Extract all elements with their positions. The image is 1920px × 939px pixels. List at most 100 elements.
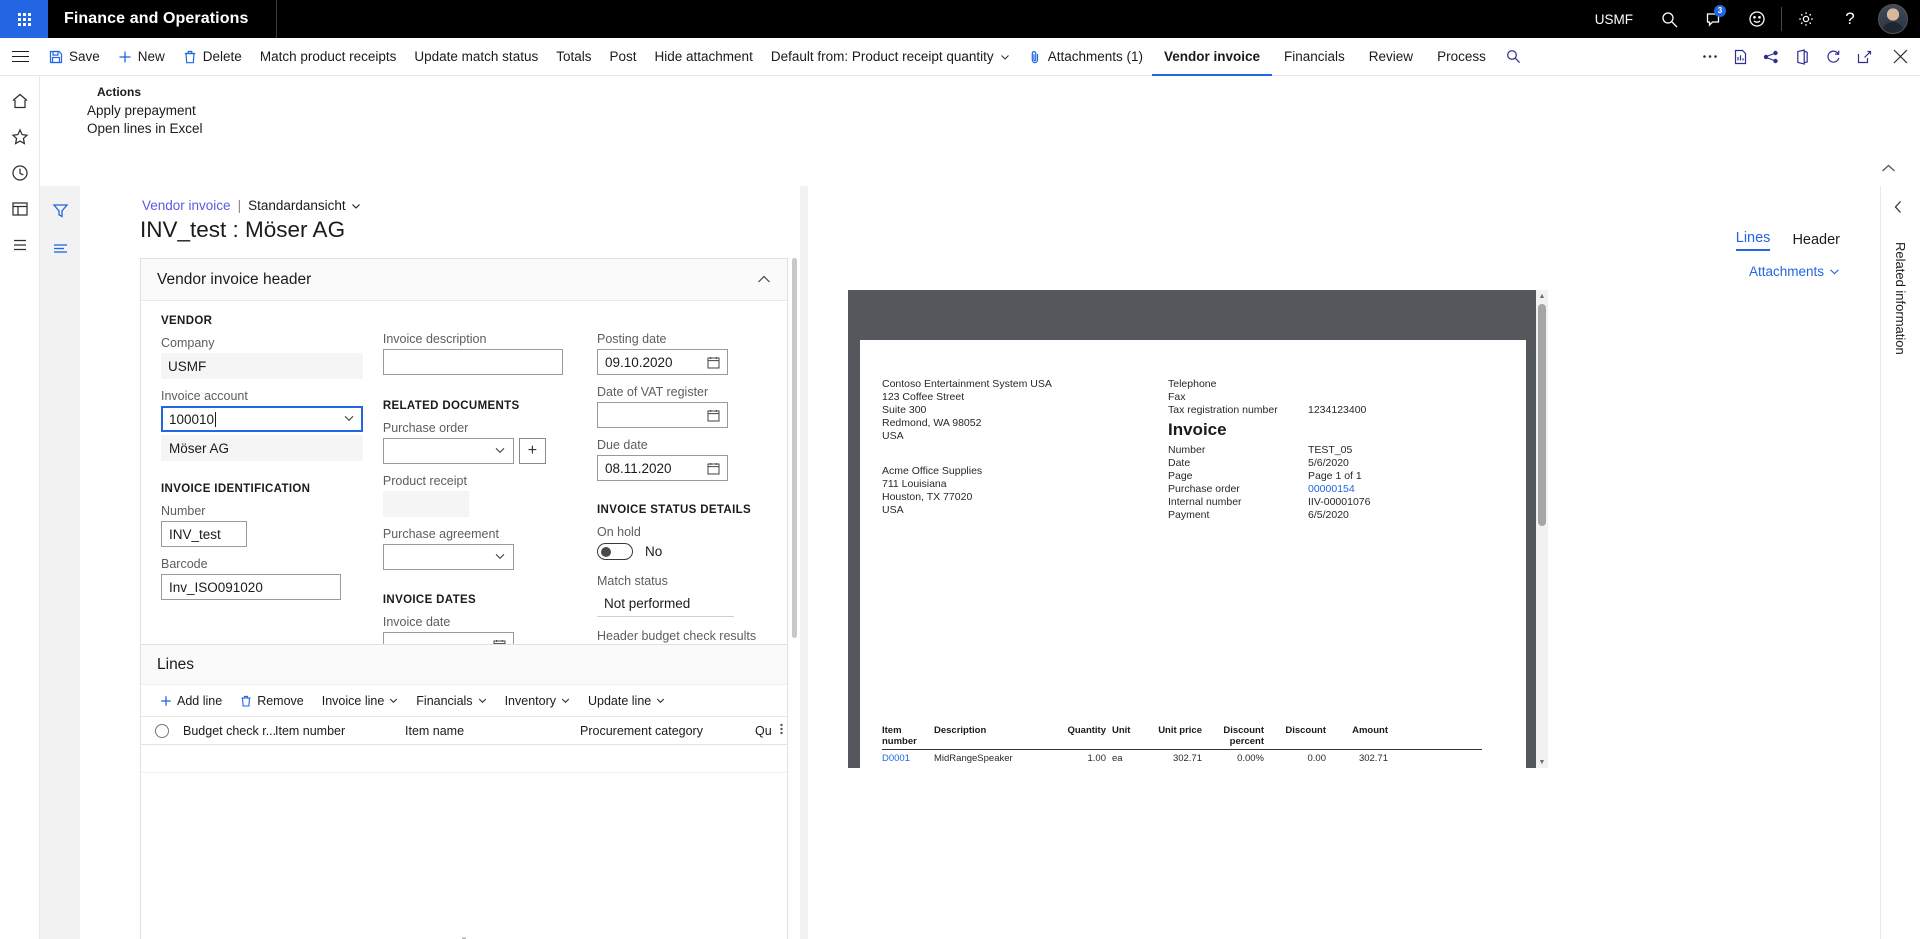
scroll-up-icon[interactable]: ▲ [1538, 291, 1546, 301]
date-of-vat-register-input[interactable] [597, 402, 728, 428]
refresh-icon[interactable] [1818, 38, 1849, 76]
notifications-icon[interactable]: 3 [1691, 0, 1735, 38]
add-line-button[interactable]: Add line [151, 686, 231, 716]
invoice-description-input[interactable] [382, 349, 563, 375]
save-button[interactable]: Save [40, 38, 109, 76]
column-header-procurement-category[interactable]: Procurement category [580, 724, 755, 738]
match-product-receipts-button[interactable]: Match product receipts [251, 38, 406, 76]
tab-header[interactable]: Header [1792, 232, 1840, 251]
hide-attachment-button[interactable]: Hide attachment [646, 38, 762, 76]
remove-line-button[interactable]: Remove [231, 686, 313, 716]
invoice-row-item-number[interactable]: D0001 [882, 753, 934, 764]
menu-hamburger-icon[interactable] [0, 38, 40, 76]
invoice-col-unit: Unit [1112, 725, 1131, 736]
modules-list-icon[interactable] [0, 228, 40, 262]
invoice-line-menu[interactable]: Invoice line [313, 686, 408, 716]
on-hold-toggle[interactable] [597, 543, 633, 560]
feedback-icon[interactable] [1735, 0, 1779, 38]
popout-icon[interactable] [1849, 38, 1880, 76]
workspaces-icon[interactable] [0, 192, 40, 226]
tab-process[interactable]: Process [1425, 38, 1498, 76]
search-icon[interactable] [1647, 0, 1691, 38]
chevron-up-icon[interactable] [757, 271, 771, 289]
filter-search-icon[interactable] [1498, 38, 1529, 76]
tab-review[interactable]: Review [1357, 38, 1425, 76]
posting-date-label: Posting date [597, 332, 667, 346]
purchase-order-label: Purchase order [382, 421, 469, 435]
column-header-item-name[interactable]: Item name [405, 724, 580, 738]
tab-lines[interactable]: Lines [1735, 230, 1771, 251]
table-row[interactable] [141, 745, 787, 773]
update-match-status-button[interactable]: Update match status [405, 38, 547, 76]
view-selector[interactable]: Standardansicht [248, 198, 361, 213]
invoice-document-page: Contoso Entertainment System USA 123 Cof… [860, 340, 1526, 768]
share-icon[interactable] [1756, 38, 1787, 76]
tab-financials[interactable]: Financials [1272, 38, 1357, 76]
update-line-menu[interactable]: Update line [579, 686, 674, 716]
chevron-down-icon[interactable] [494, 444, 506, 459]
calendar-icon[interactable] [707, 462, 720, 475]
inventory-menu[interactable]: Inventory [496, 686, 579, 716]
column-related-documents: Invoice description RELATED DOCUMENTS Pu… [373, 315, 587, 682]
attachments-dropdown[interactable]: Attachments [1749, 264, 1840, 279]
recent-clock-icon[interactable] [0, 156, 40, 190]
default-from-label: Default from: Product receipt quantity [770, 49, 994, 64]
due-date-input[interactable]: 08.11.2020 [597, 455, 728, 481]
purchase-order-input[interactable] [382, 438, 514, 464]
favorites-star-icon[interactable] [0, 120, 40, 154]
breadcrumb-vendor-invoice-link[interactable]: Vendor invoice [142, 198, 231, 213]
paperclip-icon [1028, 50, 1042, 64]
calendar-icon[interactable] [707, 409, 720, 422]
field-product-receipt: Product receipt [382, 474, 577, 517]
scroll-down-icon[interactable]: ▼ [1538, 757, 1546, 767]
expand-related-information-icon[interactable] [1893, 200, 1904, 219]
add-purchase-order-button[interactable]: + [518, 438, 546, 464]
avatar[interactable] [1878, 4, 1908, 34]
summary-lines-icon[interactable] [44, 234, 76, 262]
collapse-action-pane-icon[interactable] [1881, 160, 1896, 178]
filter-funnel-icon[interactable] [44, 196, 76, 224]
settings-gear-icon[interactable] [1784, 0, 1828, 38]
attachments-button[interactable]: Attachments (1) [1019, 38, 1152, 76]
grid-options-icon[interactable] [779, 721, 784, 740]
chevron-down-icon[interactable] [343, 412, 355, 427]
close-icon[interactable] [1880, 38, 1920, 76]
invoice-table-header-row: Item number Description Quantity Unit Un… [882, 725, 1482, 750]
invoice-detail-value-purchase-order[interactable]: 00000154 [1308, 483, 1355, 496]
barcode-input[interactable]: Inv_ISO091020 [161, 574, 341, 600]
default-from-dropdown[interactable]: Default from: Product receipt quantity [762, 38, 1019, 76]
apply-prepayment-link[interactable]: Apply prepayment [87, 103, 196, 118]
delete-button[interactable]: Delete [174, 38, 251, 76]
posting-date-input[interactable]: 09.10.2020 [597, 349, 728, 375]
invoice-col-quantity: Quantity [1067, 725, 1106, 736]
help-icon[interactable]: ? [1828, 0, 1872, 38]
tab-vendor-invoice[interactable]: Vendor invoice [1151, 38, 1273, 76]
document-scrollbar[interactable]: ▲ ▼ [1536, 290, 1548, 768]
form-scrollbar[interactable] [792, 258, 797, 638]
lines-header[interactable]: Lines [141, 645, 787, 685]
field-match-status: Match status Not performed [597, 574, 767, 617]
chevron-down-icon[interactable] [494, 550, 506, 565]
column-header-item-number[interactable]: Item number [275, 724, 405, 738]
financials-menu[interactable]: Financials [407, 686, 495, 716]
report-icon[interactable] [1725, 38, 1756, 76]
column-header-budget-check[interactable]: Budget check r... [183, 724, 275, 738]
overflow-icon[interactable] [1694, 38, 1725, 76]
totals-button[interactable]: Totals [547, 38, 600, 76]
purchase-agreement-input[interactable] [382, 544, 514, 570]
select-all-radio[interactable] [155, 723, 169, 738]
new-button[interactable]: New [109, 38, 174, 76]
number-input[interactable]: INV_test [161, 521, 247, 547]
home-icon[interactable] [0, 84, 40, 118]
open-lines-in-excel-link[interactable]: Open lines in Excel [87, 121, 203, 136]
invoice-account-input[interactable]: 100010 [161, 406, 363, 432]
related-information-label[interactable]: Related information [1893, 242, 1908, 355]
company-selector[interactable]: USMF [1581, 12, 1647, 27]
office-app-icon[interactable] [1787, 38, 1818, 76]
column-header-quantity[interactable]: Qu [755, 724, 779, 738]
document-scrollbar-thumb[interactable] [1538, 304, 1546, 526]
post-button[interactable]: Post [601, 38, 646, 76]
calendar-icon[interactable] [707, 356, 720, 369]
fasttab-header[interactable]: Vendor invoice header [141, 259, 787, 301]
waffle-icon[interactable] [0, 0, 48, 38]
